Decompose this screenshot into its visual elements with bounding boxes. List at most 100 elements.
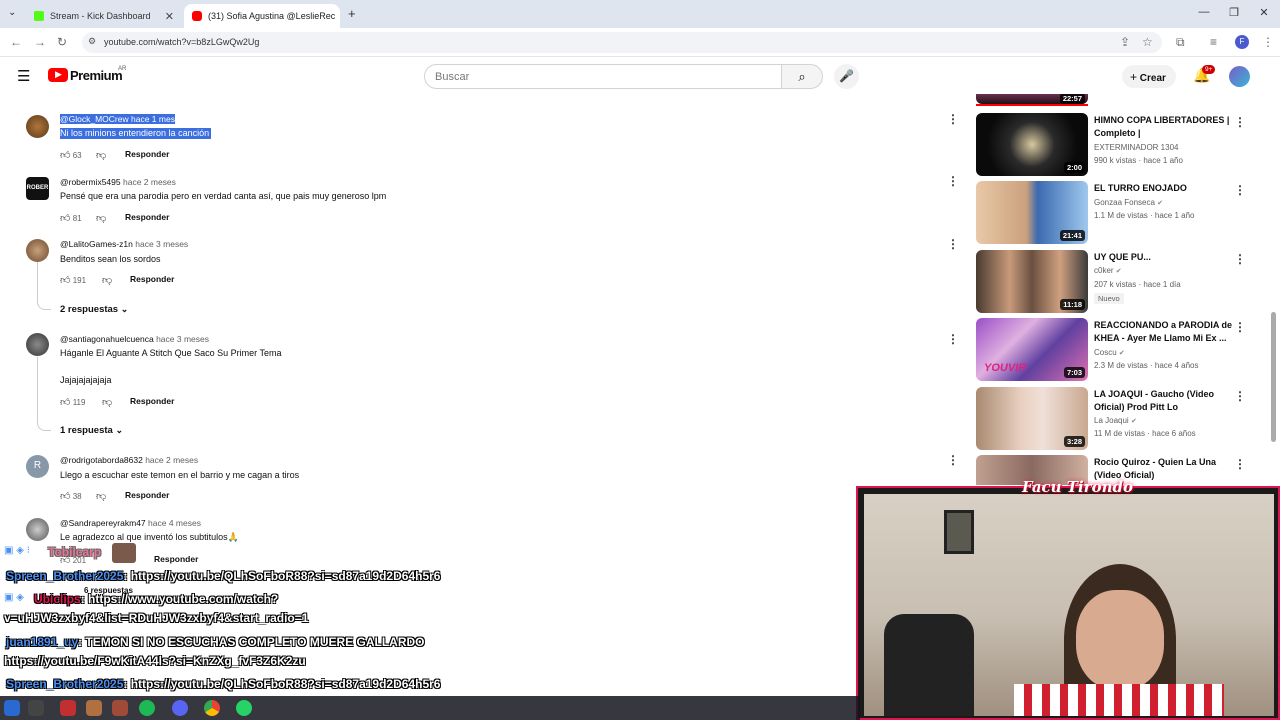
comment-author[interactable]: @Sandrapereyrakm47 hace 4 meses [60, 518, 201, 528]
dislike-icon[interactable]: 👎︎ [102, 396, 112, 408]
video-channel[interactable]: Gonzaa Fonseca ✔ [1094, 198, 1163, 207]
video-channel[interactable]: Coscu ✔ [1094, 348, 1125, 357]
video-menu-icon[interactable]: ⋮ [1234, 183, 1246, 197]
video-thumbnail[interactable]: 3:28 [976, 387, 1088, 450]
like-icon[interactable]: 👍︎ [60, 213, 70, 224]
video-title[interactable]: HIMNO COPA LIBERTADORES | Completo | [1094, 114, 1234, 140]
like-icon[interactable]: 👍︎ [60, 150, 70, 161]
video-thumbnail[interactable]: 21:41 [976, 181, 1088, 244]
profile-avatar[interactable]: F [1235, 35, 1249, 49]
tab-label: (31) Sofia Agustina @LeslieRec [208, 11, 336, 21]
avatar[interactable] [26, 518, 49, 541]
tab-kick-dashboard[interactable]: Stream - Kick Dashboard ✕ [26, 4, 182, 28]
whatsapp-icon[interactable] [236, 700, 252, 716]
youtube-logo-icon[interactable]: ▶ [48, 68, 68, 82]
video-thumbnail[interactable]: 2:00 [976, 113, 1088, 176]
comment-author[interactable]: @santiagonahuelcuenca hace 3 meses [60, 334, 209, 344]
reply-button[interactable]: Responder [125, 212, 169, 222]
comment-author[interactable]: @Glock_MOCrew hace 1 mes [60, 114, 175, 124]
dislike-icon[interactable]: 👎︎ [96, 490, 106, 502]
duration-badge: 7:03 [1063, 367, 1085, 378]
close-window-icon[interactable]: ✕ [1256, 6, 1272, 19]
avatar[interactable] [26, 333, 49, 356]
video-channel[interactable]: EXTERMINADOR 1304 [1094, 143, 1178, 152]
reply-button[interactable]: Responder [125, 149, 169, 159]
like-icon[interactable]: 👍︎ [60, 491, 70, 502]
dislike-icon[interactable]: 👎︎ [102, 274, 112, 286]
video-title[interactable]: UY QUE PU... [1094, 251, 1234, 264]
video-title[interactable]: LA JOAQUI - Gaucho (Video Oficial) Prod … [1094, 388, 1234, 414]
video-channel[interactable]: La Joaqui ✔ [1094, 416, 1137, 425]
video-menu-icon[interactable]: ⋮ [1234, 252, 1246, 266]
sidebar-scrollbar[interactable] [1271, 312, 1276, 442]
avatar[interactable]: R [26, 455, 49, 478]
comment-menu-icon[interactable]: ⋮ [947, 453, 959, 467]
video-thumbnail[interactable]: YOUVIR 7:03 [976, 318, 1088, 381]
bookmark-star-icon[interactable]: ☆ [1142, 35, 1153, 49]
video-title[interactable]: EL TURRO ENOJADO [1094, 182, 1234, 195]
reply-button[interactable]: Responder [130, 274, 174, 284]
dislike-icon[interactable]: 👎︎ [96, 212, 106, 224]
comment-author[interactable]: @rodrigotaborda8632 hace 2 meses [60, 455, 198, 465]
comment-menu-icon[interactable]: ⋮ [947, 237, 959, 251]
reply-button[interactable]: Responder [125, 490, 169, 500]
install-app-icon[interactable]: ⇪ [1120, 35, 1130, 49]
video-menu-icon[interactable]: ⋮ [1234, 320, 1246, 334]
voice-search-button[interactable]: 🎤 [834, 64, 859, 89]
video-title[interactable]: REACCIONANDO a PARODIA de KHEA - Ayer Me… [1094, 319, 1234, 345]
browser-menu-icon[interactable]: ⋮ [1262, 35, 1274, 49]
comment-author[interactable]: @LalitoGames-z1n hace 3 meses [60, 239, 188, 249]
wall-frame [944, 510, 974, 554]
reply-button[interactable]: Responder [130, 396, 174, 406]
comment-menu-icon[interactable]: ⋮ [947, 174, 959, 188]
video-meta: 1.1 M de vistas · hace 1 año [1094, 211, 1195, 220]
app-icon[interactable] [86, 700, 102, 716]
comment-author[interactable]: @robermix5495 hace 2 meses [60, 177, 176, 187]
show-replies-button[interactable]: 2 respuestas ⌄ [60, 304, 128, 315]
show-replies-button[interactable]: 1 respuesta ⌄ [60, 425, 123, 436]
hamburger-menu-icon[interactable]: ☰ [17, 67, 30, 85]
video-thumbnail[interactable]: 11:18 [976, 250, 1088, 313]
chrome-icon[interactable] [204, 700, 220, 716]
discord-icon[interactable] [172, 700, 188, 716]
avatar[interactable] [26, 239, 49, 262]
like-icon[interactable]: 👍︎ [60, 275, 70, 286]
dislike-icon[interactable]: 👎︎ [96, 149, 106, 161]
avatar[interactable] [26, 115, 49, 138]
avatar[interactable]: ROBER [26, 177, 49, 200]
search-input[interactable]: Buscar [424, 64, 782, 89]
video-menu-icon[interactable]: ⋮ [1234, 457, 1246, 471]
app-icon[interactable] [60, 700, 76, 716]
comment-menu-icon[interactable]: ⋮ [947, 332, 959, 346]
create-button[interactable]: + Crear [1122, 65, 1176, 88]
account-avatar[interactable] [1229, 66, 1250, 87]
forward-icon[interactable]: → [34, 35, 46, 49]
app-icon[interactable] [112, 700, 128, 716]
video-thumbnail[interactable]: 22:57 [976, 94, 1088, 104]
comment-menu-icon[interactable]: ⋮ [947, 112, 959, 126]
duration-badge: 21:41 [1059, 230, 1085, 241]
minimize-icon[interactable]: — [1196, 6, 1212, 18]
back-icon[interactable]: ← [10, 35, 22, 49]
start-icon[interactable] [4, 700, 20, 716]
spotify-icon[interactable] [139, 700, 155, 716]
search-button[interactable]: ⌕ [781, 64, 823, 89]
url-field[interactable]: ⚙ youtube.com/watch?v=b8zLGwQw2Ug [82, 32, 1162, 53]
reply-button[interactable]: Responder [154, 554, 198, 564]
extensions-icon[interactable]: ⧉ [1176, 35, 1185, 50]
reload-icon[interactable]: ↻ [57, 35, 67, 49]
search-icon[interactable] [28, 700, 44, 716]
site-info-icon[interactable]: ⚙ [88, 36, 96, 47]
chat-message: Spreen_Brother2025: https://youtu.be/QLh… [6, 677, 441, 691]
video-menu-icon[interactable]: ⋮ [1234, 389, 1246, 403]
new-tab-icon[interactable]: + [348, 6, 356, 21]
close-tab-icon[interactable]: ✕ [165, 10, 174, 23]
video-channel[interactable]: c0ker ✔ [1094, 266, 1122, 275]
video-menu-icon[interactable]: ⋮ [1234, 115, 1246, 129]
tab-youtube-video[interactable]: (31) Sofia Agustina @LeslieRec ✕ [184, 4, 340, 28]
brand-premium[interactable]: Premium [70, 68, 123, 83]
like-icon[interactable]: 👍︎ [60, 397, 70, 408]
restore-icon[interactable]: ❐ [1226, 6, 1242, 19]
tab-list-chevron-icon[interactable]: ⌄ [8, 7, 16, 18]
reading-list-icon[interactable]: ≡ [1210, 35, 1217, 49]
